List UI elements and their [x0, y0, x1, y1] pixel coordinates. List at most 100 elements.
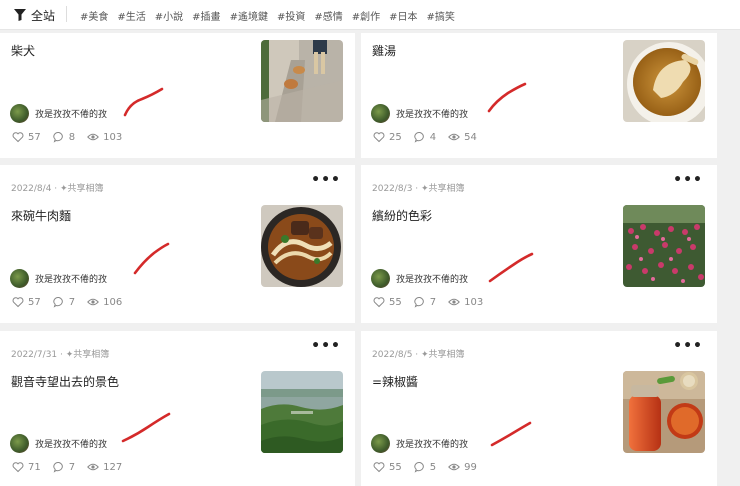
tag-item[interactable]: #美食: [80, 8, 108, 23]
author-link[interactable]: 孜是孜孜不倦的孜: [10, 269, 107, 288]
view-count: 103: [464, 296, 484, 308]
comment-button[interactable]: 5: [414, 461, 436, 473]
chili-sauce-photo: [623, 371, 705, 453]
author-name: 孜是孜孜不倦的孜: [396, 275, 469, 285]
view-count: 103: [103, 131, 123, 143]
author-name: 孜是孜孜不倦的孜: [35, 275, 108, 285]
like-button[interactable]: 71: [12, 461, 41, 473]
more-options-button[interactable]: •••: [673, 339, 703, 353]
shared-album-tag[interactable]: ✦共享相簿: [421, 350, 465, 360]
comment-button[interactable]: 7: [53, 461, 75, 473]
like-count: 55: [389, 461, 402, 473]
post-meta: 2022/7/31 · ✦共享相簿: [11, 350, 110, 360]
comment-icon: [414, 461, 424, 473]
comment-button[interactable]: 7: [53, 296, 75, 308]
author-link[interactable]: 孜是孜孜不倦的孜: [371, 269, 468, 288]
red-check-mark: [487, 82, 527, 113]
filter-icon: [14, 9, 26, 21]
author-link[interactable]: 孜是孜孜不倦的孜: [371, 434, 468, 453]
like-count: 55: [389, 296, 402, 308]
post-card[interactable]: 2022/8/4 · ✦共享相簿 ••• 來碗牛肉麵 孜是孜孜不倦的孜 57 7: [0, 165, 355, 323]
shared-album-tag[interactable]: ✦共享相簿: [421, 184, 465, 194]
like-button[interactable]: 25: [373, 131, 402, 143]
post-title[interactable]: 雞湯: [372, 42, 396, 59]
heart-icon: [373, 297, 385, 308]
more-options-button[interactable]: •••: [673, 173, 703, 187]
chicken-soup-photo: [623, 40, 705, 122]
comment-button[interactable]: 4: [414, 131, 436, 143]
more-options-button[interactable]: •••: [311, 339, 341, 353]
eye-icon: [87, 133, 99, 141]
post-thumbnail[interactable]: [261, 205, 343, 287]
post-date: 2022/8/5: [372, 350, 413, 360]
tag-item[interactable]: #投資: [277, 8, 305, 23]
comment-count: 4: [429, 131, 437, 143]
tag-item[interactable]: #生活: [117, 8, 145, 23]
eye-icon: [87, 298, 99, 306]
post-card[interactable]: 柴犬 孜是孜孜不倦的孜 57 8 103: [0, 33, 355, 158]
landscape-photo: [261, 371, 343, 453]
avatar: [371, 104, 390, 123]
author-name: 孜是孜孜不倦的孜: [35, 440, 108, 450]
post-title[interactable]: 來碗牛肉麵: [11, 207, 71, 224]
shared-album-tag[interactable]: ✦共享相簿: [66, 350, 110, 360]
view-count: 99: [464, 461, 477, 473]
post-thumbnail[interactable]: [261, 40, 343, 122]
eye-icon: [448, 463, 460, 471]
tag-item[interactable]: #感情: [314, 8, 342, 23]
post-card[interactable]: 2022/7/31 · ✦共享相簿 ••• 觀音寺望出去的景色 孜是孜孜不倦的孜…: [0, 331, 355, 486]
like-count: 25: [389, 131, 402, 143]
flower-field-photo: [623, 205, 705, 287]
top-filter-bar: 全站 #美食 #生活 #小說 #插畫 #遙境鍵 #投資 #感情 #創作 #日本 …: [0, 0, 740, 30]
like-button[interactable]: 55: [373, 461, 402, 473]
post-stats: 57 8 103: [12, 131, 134, 143]
like-count: 57: [28, 296, 41, 308]
like-button[interactable]: 55: [373, 296, 402, 308]
post-stats: 57 7 106: [12, 296, 134, 308]
comment-count: 7: [68, 296, 76, 308]
avatar: [10, 434, 29, 453]
tag-item[interactable]: #搞笑: [427, 8, 455, 23]
post-title[interactable]: 柴犬: [11, 42, 35, 59]
post-stats: 55 5 99: [373, 461, 489, 473]
beef-noodle-photo: [261, 205, 343, 287]
view-stat: 106: [87, 296, 122, 308]
heart-icon: [12, 462, 24, 473]
heart-icon: [373, 462, 385, 473]
filter-button[interactable]: 全站: [14, 6, 55, 24]
comment-button[interactable]: 7: [414, 296, 436, 308]
more-options-button[interactable]: •••: [311, 173, 341, 187]
comment-icon: [53, 461, 63, 473]
post-title[interactable]: 繽紛的色彩: [372, 207, 432, 224]
author-name: 孜是孜孜不倦的孜: [396, 110, 469, 120]
like-count: 57: [28, 131, 41, 143]
comment-count: 7: [68, 461, 76, 473]
heart-icon: [12, 297, 24, 308]
post-title[interactable]: =辣椒醬: [372, 373, 418, 390]
tag-item[interactable]: #插畫: [192, 8, 220, 23]
post-thumbnail[interactable]: [623, 40, 705, 122]
post-card[interactable]: 2022/8/3 · ✦共享相簿 ••• 繽紛的色彩 孜是孜孜不倦的孜 55 7: [361, 165, 717, 323]
eye-icon: [448, 133, 460, 141]
post-title[interactable]: 觀音寺望出去的景色: [11, 373, 119, 390]
post-thumbnail[interactable]: [261, 371, 343, 453]
post-card[interactable]: 雞湯 孜是孜孜不倦的孜 25 4 54: [361, 33, 717, 158]
like-button[interactable]: 57: [12, 296, 41, 308]
tag-item[interactable]: #日本: [389, 8, 417, 23]
heart-icon: [373, 132, 385, 143]
tag-item[interactable]: #小說: [155, 8, 183, 23]
like-button[interactable]: 57: [12, 131, 41, 143]
author-link[interactable]: 孜是孜孜不倦的孜: [10, 434, 107, 453]
post-thumbnail[interactable]: [623, 371, 705, 453]
author-link[interactable]: 孜是孜孜不倦的孜: [10, 104, 107, 123]
comment-count: 5: [429, 461, 437, 473]
post-thumbnail[interactable]: [623, 205, 705, 287]
post-card[interactable]: 2022/8/5 · ✦共享相簿 ••• =辣椒醬 孜是孜孜不倦的孜 55 5: [361, 331, 717, 486]
view-stat: 103: [87, 131, 122, 143]
tag-item[interactable]: #遙境鍵: [230, 8, 268, 23]
shared-album-tag[interactable]: ✦共享相簿: [60, 184, 104, 194]
author-link[interactable]: 孜是孜孜不倦的孜: [371, 104, 468, 123]
heart-icon: [12, 132, 24, 143]
comment-button[interactable]: 8: [53, 131, 75, 143]
tag-item[interactable]: #創作: [352, 8, 380, 23]
